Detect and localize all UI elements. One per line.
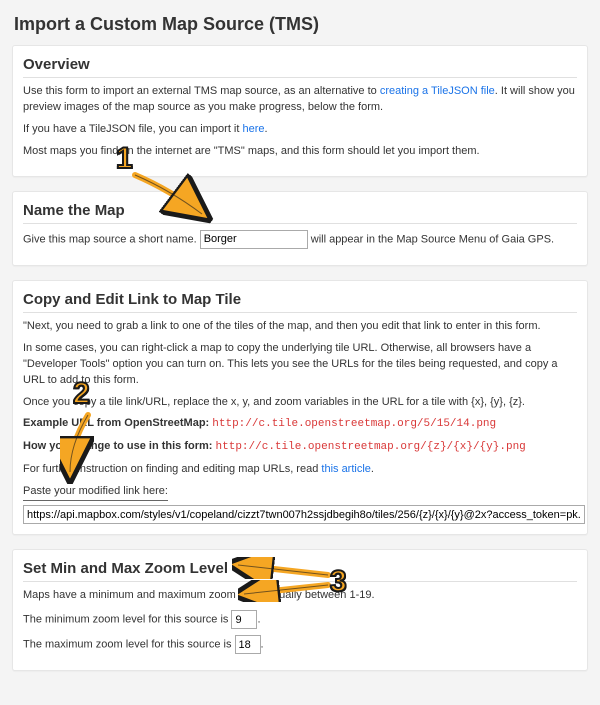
link-p3: Once you copy a tile link/URL, replace t… — [23, 395, 577, 411]
overview-p2b: . — [265, 123, 268, 135]
overview-p2: If you have a TileJSON file, you can imp… — [23, 122, 577, 138]
min-zoom-label-a: The minimum zoom level for this source i… — [23, 614, 231, 626]
max-zoom-label-a: The maximum zoom level for this source i… — [23, 639, 235, 651]
article-link[interactable]: this article — [321, 463, 371, 475]
paste-label: Paste your modified link here: — [23, 484, 168, 501]
import-here-link[interactable]: here — [242, 123, 264, 135]
zoom-card: Set Min and Max Zoom Level Maps have a m… — [12, 549, 588, 671]
howto-url: http://c.tile.openstreetmap.org/{z}/{x}/… — [216, 441, 526, 453]
example-label: Example URL from OpenStreetMap: — [23, 417, 212, 429]
name-row: Give this map source a short name. will … — [23, 230, 577, 249]
link-p2: In some cases, you can right-click a map… — [23, 341, 577, 389]
max-zoom-input[interactable] — [235, 635, 261, 654]
overview-heading: Overview — [23, 56, 577, 78]
page-title: Import a Custom Map Source (TMS) — [14, 14, 588, 35]
overview-p3: Most maps you find on the internet are "… — [23, 144, 577, 160]
name-label-b: will appear in the Map Source Menu of Ga… — [308, 233, 554, 245]
link-howto-row: How you change to use in this form: http… — [23, 439, 577, 456]
overview-p1a: Use this form to import an external TMS … — [23, 85, 380, 97]
link-p4a: For further instruction on finding and e… — [23, 463, 321, 475]
url-input[interactable] — [23, 505, 585, 524]
max-zoom-row: The maximum zoom level for this source i… — [23, 635, 577, 654]
overview-p2a: If you have a TileJSON file, you can imp… — [23, 123, 242, 135]
link-card: Copy and Edit Link to Map Tile "Next, yo… — [12, 280, 588, 535]
name-label-a: Give this map source a short name. — [23, 233, 200, 245]
link-example-row: Example URL from OpenStreetMap: http://c… — [23, 416, 577, 433]
link-p4: For further instruction on finding and e… — [23, 462, 577, 478]
zoom-heading: Set Min and Max Zoom Level — [23, 560, 577, 582]
example-url: http://c.tile.openstreetmap.org/5/15/14.… — [212, 418, 496, 430]
tilejson-link[interactable]: creating a TileJSON file — [380, 85, 495, 97]
max-zoom-label-b: . — [261, 639, 264, 651]
name-heading: Name the Map — [23, 202, 577, 224]
howto-label: How you change to use in this form: — [23, 440, 216, 452]
overview-card: Overview Use this form to import an exte… — [12, 45, 588, 177]
zoom-p1: Maps have a minimum and maximum zoom lev… — [23, 588, 577, 604]
page-root: Import a Custom Map Source (TMS) Overvie… — [0, 0, 600, 705]
name-card: Name the Map Give this map source a shor… — [12, 191, 588, 266]
link-p4b: . — [371, 463, 374, 475]
min-zoom-label-b: . — [257, 614, 260, 626]
link-heading: Copy and Edit Link to Map Tile — [23, 291, 577, 313]
overview-p1: Use this form to import an external TMS … — [23, 84, 577, 116]
name-input[interactable] — [200, 230, 308, 249]
link-p1: "Next, you need to grab a link to one of… — [23, 319, 577, 335]
paste-label-row: Paste your modified link here: — [23, 484, 577, 503]
